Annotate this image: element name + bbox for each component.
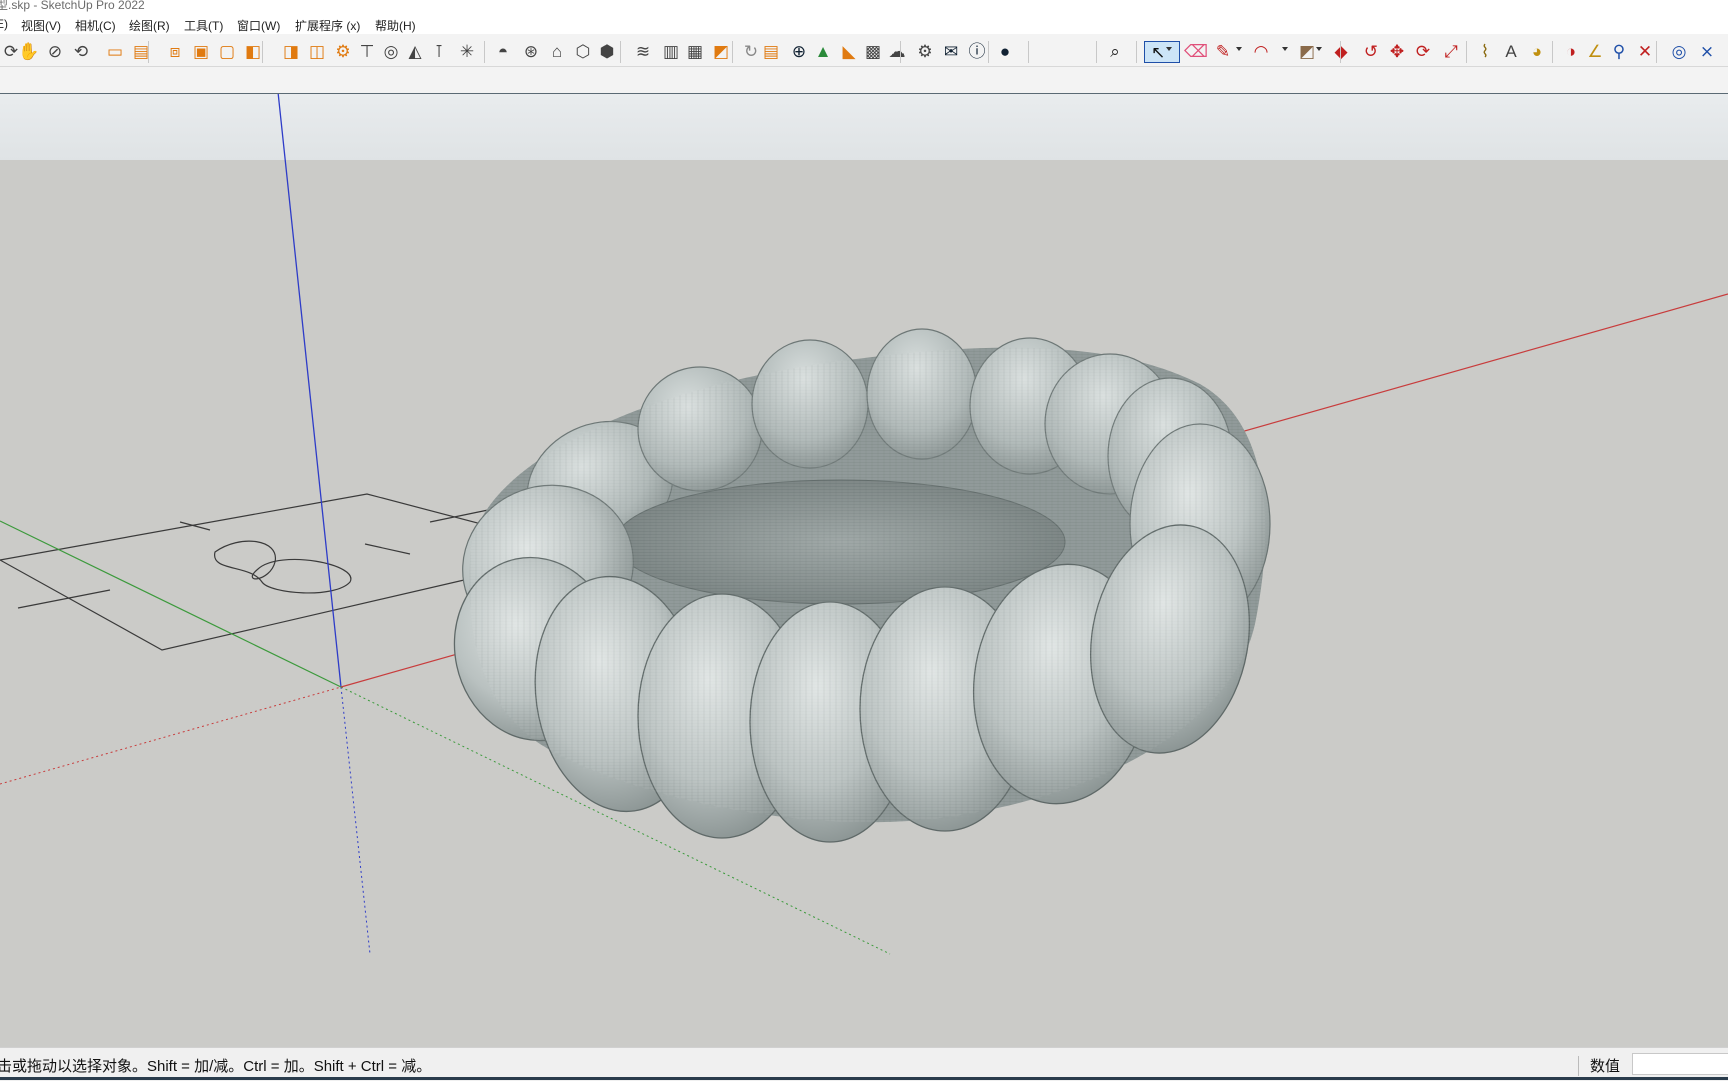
previous-view-icon[interactable]: ⟲ [70,41,92,63]
solid-tools-icon[interactable]: ▦ [684,41,706,63]
toolbar-separator [732,41,733,63]
toolbar-separator [900,41,901,63]
menu-camera[interactable]: 相机(C) [75,17,116,34]
monochrome-icon[interactable]: ✳ [456,41,478,63]
toolbar-separator [620,41,621,63]
walk-icon[interactable]: ⊛ [520,41,542,63]
toolbar-separator [484,41,485,63]
menu-edit[interactable]: E) [0,17,8,31]
section-cut-icon[interactable]: ⬢ [596,41,618,63]
status-divider [1578,1056,1579,1076]
add-location-icon[interactable]: ⊕ [788,41,810,63]
select-icon[interactable]: ↖ [1144,41,1180,63]
geo-icon[interactable]: ◎ [1668,41,1690,63]
component-icon[interactable]: ▥ [660,41,682,63]
front-view-icon[interactable]: ▢ [216,41,238,63]
iso-view-icon[interactable]: ⧈ [164,41,186,63]
menu-draw[interactable]: 绘图(R) [129,17,170,34]
section-plane-icon[interactable]: ▭ [104,41,126,63]
sync-icon[interactable]: ↻ [740,41,762,63]
close-icon[interactable]: ⨯ [1696,41,1718,63]
tape-measure-icon[interactable]: ⌇ [1474,41,1496,63]
top-view-icon[interactable]: ▣ [190,41,212,63]
measurements-label: 数值 [1590,1058,1621,1075]
toolbar-separator [988,41,989,63]
zoom-extents-icon[interactable]: ✕ [1634,41,1656,63]
push-pull-icon[interactable]: ◆ [1330,41,1352,63]
window-title: 型.skp - SketchUp Pro 2022 [0,0,145,12]
pan-icon[interactable]: ✋ [18,41,40,63]
materials-icon[interactable]: ▤ [760,41,782,63]
xray-icon[interactable]: ⚙ [332,41,354,63]
settings-icon[interactable]: ⚙ [914,41,936,63]
rotate-icon[interactable]: ↺ [1360,41,1382,63]
status-hint: 击或拖动以选择对象。Shift = 加/减。Ctrl = 加。Shift + C… [0,1058,432,1075]
position-camera-icon[interactable]: ⬡ [572,41,594,63]
shape-icon[interactable]: ◩ [1296,41,1318,63]
cloud-upload-icon[interactable]: ☁ [886,41,908,63]
toolbar-separator [1466,41,1467,63]
layout-icon[interactable]: ◩ [710,41,732,63]
back-view-icon[interactable]: ◨ [280,41,302,63]
floor-guide-lines [0,493,528,651]
refresh-icon[interactable]: ⟳ [1412,41,1434,63]
left-view-icon[interactable]: ◫ [306,41,328,63]
toolbar-gutter [0,67,1728,93]
eraser-icon[interactable]: ⌫ [1184,41,1208,63]
pencil-icon[interactable]: ✎ [1212,41,1234,63]
scale-icon[interactable]: ⤢ [1440,41,1462,63]
menu-bar: E) 视图(V) 相机(C) 绘图(R) 工具(T) 窗口(W) 扩展程序 (x… [0,14,1728,34]
scene-canvas [0,94,1728,955]
textured-icon[interactable]: ⊺ [428,41,450,63]
move-icon[interactable]: ✥ [1386,41,1408,63]
hidden-line-icon[interactable]: ◎ [380,41,402,63]
toolbar-separator [262,41,263,63]
sky-band [0,94,1728,160]
text-icon[interactable]: A [1500,41,1522,63]
dropdown-arrow-icon[interactable] [1316,47,1322,51]
camera-position-icon[interactable]: ◓ [492,41,514,63]
zoom-window-icon[interactable]: ⊘ [44,41,66,63]
title-bar: 型.skp - SketchUp Pro 2022 [0,0,1728,14]
arc-icon[interactable]: ◠ [1250,41,1272,63]
offset-icon[interactable]: ◑ [1560,41,1582,63]
shaded-icon[interactable]: ◭ [404,41,426,63]
menu-help[interactable]: 帮助(H) [375,17,416,34]
message-icon[interactable]: ✉ [940,41,962,63]
dropdown-arrow-icon[interactable] [1236,47,1242,51]
wireframe-icon[interactable]: ⊤ [356,41,378,63]
styles-icon[interactable]: ◣ [838,41,860,63]
menu-extensions[interactable]: 扩展程序 (x) [295,17,360,34]
paint-icon[interactable]: ◕ [1526,41,1548,63]
user-icon[interactable]: ● [994,41,1016,63]
look-around-icon[interactable]: ⌂ [546,41,568,63]
follow-me-icon[interactable]: ≋ [632,41,654,63]
dropdown-arrow-icon[interactable] [1166,47,1172,51]
texture-icon[interactable]: ▩ [862,41,884,63]
status-bar: 击或拖动以选择对象。Shift = 加/减。Ctrl = 加。Shift + C… [0,1047,1728,1081]
zoom-icon[interactable]: ⚲ [1608,41,1630,63]
menu-tools[interactable]: 工具(T) [184,17,223,34]
search-icon[interactable]: ⌕ [1104,41,1126,63]
menu-window[interactable]: 窗口(W) [237,17,280,34]
toolbar-separator [1340,41,1341,63]
drawing-viewport[interactable] [0,93,1728,1048]
toolbar-separator [1096,41,1097,63]
toolbar-separator [1552,41,1553,63]
toolbar-separator [148,41,149,63]
toolbar-separator [1028,41,1029,63]
toolbar-separator [1656,41,1657,63]
measurements-input[interactable] [1632,1053,1728,1075]
tree-icon[interactable]: ▲ [812,41,834,63]
protractor-icon[interactable]: ∠ [1584,41,1606,63]
main-toolbar: ⟳ ✋ ⊘ ⟲ ▭ ▤ ⧈ ▣ ▢ ◧ ◨ ◫ ⚙ ⊤ ◎ ◭ ⊺ ✳ ◓ ⊛ ⌂ ⬡ ⬢ ≋ ▥ ▦ ◩ ↻ ▤ ⊕ ▲ ◣ ▩ ☁ ⚙ ✉ ⓘ ● ⌕ ↖… [0,34,1728,67]
menu-view[interactable]: 视图(V) [21,17,61,34]
pumpkin-sofa-model [453,328,1271,843]
right-view-icon[interactable]: ◧ [242,41,264,63]
dropdown-arrow-icon[interactable] [1282,47,1288,51]
toolbar-separator [1136,41,1137,63]
info-icon[interactable]: ⓘ [966,41,988,63]
